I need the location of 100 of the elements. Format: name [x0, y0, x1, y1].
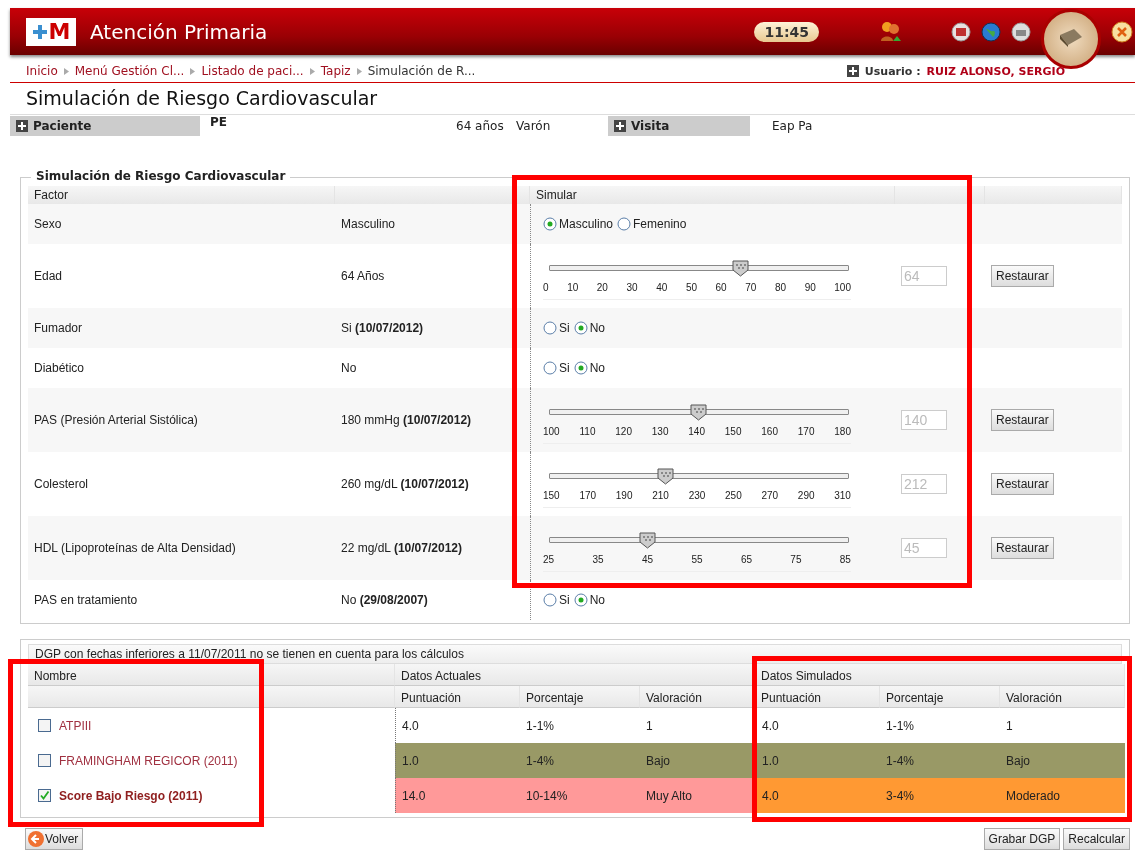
save-button[interactable]: Grabar DGP	[983, 828, 1061, 850]
column-header: Valoración	[640, 686, 755, 708]
checkbox[interactable]	[38, 719, 51, 732]
restore-button[interactable]: Restaurar	[991, 537, 1054, 559]
table-cell: 4.0	[755, 778, 880, 813]
checkbox[interactable]	[38, 789, 51, 802]
patient-name: PE	[210, 115, 228, 129]
current-value: Masculino	[341, 217, 396, 231]
radio-button[interactable]	[617, 217, 632, 231]
restore-button[interactable]: Restaurar	[991, 473, 1054, 495]
tick-label: 40	[656, 282, 668, 293]
close-icon[interactable]	[1111, 20, 1133, 43]
visit-value: Eap Pa	[772, 119, 813, 133]
column-header: Simular	[530, 186, 895, 204]
breadcrumb-link[interactable]: Tapiz	[320, 64, 351, 78]
column-header: Datos Actuales	[395, 664, 755, 686]
radio-button[interactable]	[573, 361, 588, 375]
window-icon[interactable]	[951, 21, 971, 42]
tick-label: 310	[834, 490, 851, 501]
recalculate-button[interactable]: Recalcular	[1063, 828, 1130, 850]
tick-label: 210	[652, 490, 669, 501]
slider-thumb[interactable]	[690, 404, 707, 421]
radio-button[interactable]	[543, 321, 557, 335]
tick-label: 130	[651, 426, 669, 437]
radio-label: Masculino	[559, 217, 614, 231]
tick-label: 120	[615, 426, 632, 437]
breadcrumb-link[interactable]: Inicio	[26, 64, 58, 78]
slider-thumb[interactable]	[639, 532, 656, 549]
tick-label: 190	[615, 490, 633, 501]
tick-label: 100	[834, 282, 851, 293]
restore-button[interactable]: Restaurar	[991, 265, 1054, 287]
back-button[interactable]: Volver	[25, 828, 84, 850]
radio-button[interactable]	[573, 321, 588, 335]
tick-label: 110	[579, 426, 596, 437]
table-cell: Bajo	[640, 743, 755, 778]
score-link[interactable]: FRAMINGHAM REGICOR (2011)	[59, 753, 238, 768]
breadcrumb-link[interactable]: Listado de paci...	[201, 64, 304, 78]
current-value: No	[341, 361, 357, 375]
plus-icon[interactable]	[846, 65, 859, 77]
globe-icon[interactable]	[981, 21, 1001, 42]
chevron-icon	[309, 67, 315, 75]
tick-label: 70	[745, 282, 757, 293]
tick-label: 50	[685, 282, 697, 293]
tick-label: 20	[596, 282, 608, 293]
restore-button[interactable]: Restaurar	[991, 409, 1054, 431]
slider-thumb[interactable]	[732, 260, 749, 277]
score-link[interactable]: ATPIII	[59, 718, 92, 733]
tick-label: 55	[691, 554, 703, 565]
radio-button[interactable]	[543, 217, 557, 231]
factor-label: Edad	[34, 269, 63, 283]
radio-button[interactable]	[543, 361, 557, 375]
radio-label: No	[589, 361, 605, 375]
user-name: RUIZ ALONSO, SERGIO	[926, 64, 1065, 78]
slider-thumb[interactable]	[657, 468, 674, 485]
column-header: Factor	[28, 186, 335, 204]
visit-section-header[interactable]: Visita	[608, 116, 750, 136]
radio-button[interactable]	[543, 593, 557, 607]
tick-label: 100	[543, 426, 560, 437]
chevron-icon	[63, 67, 69, 75]
table-cell: Muy Alto	[640, 778, 755, 813]
tick-label: 35	[592, 554, 604, 565]
factor-label: HDL (Lipoproteínas de Alta Densidad)	[34, 541, 236, 555]
radio-button[interactable]	[573, 593, 588, 607]
tick-label: 150	[724, 426, 742, 437]
tick-label: 150	[543, 490, 560, 501]
score-link[interactable]: Score Bajo Riesgo (2011)	[59, 788, 203, 803]
logo: M	[26, 17, 76, 46]
users-icon[interactable]	[879, 20, 903, 43]
plus-icon	[614, 120, 626, 132]
clock: 11:45	[754, 21, 819, 42]
factor-label: Fumador	[34, 321, 83, 335]
checkbox[interactable]	[38, 754, 51, 767]
patient-section-header[interactable]: Paciente	[10, 116, 200, 136]
panel-legend: Simulación de Riesgo Cardiovascular	[31, 169, 291, 183]
table-cell: 1.0	[755, 743, 880, 778]
logo-icon	[31, 23, 48, 40]
factor-label: Sexo	[34, 217, 62, 231]
radio-label: Si	[559, 361, 570, 375]
factor-label: PAS (Presión Arterial Sistólica)	[34, 413, 198, 427]
printer-icon[interactable]	[1011, 21, 1031, 42]
tick-label: 270	[761, 490, 779, 501]
column-header: Datos Simulados	[755, 664, 1125, 686]
tick-label: 250	[725, 490, 742, 501]
current-value: No (29/08/2007)	[341, 593, 428, 607]
table-cell: Bajo	[1000, 743, 1125, 778]
breadcrumb-link[interactable]: Simulación de R...	[367, 64, 476, 78]
column-header: Puntuación	[395, 686, 520, 708]
breadcrumb-link[interactable]: Menú Gestión Cl...	[74, 64, 185, 78]
table-cell: 1-4%	[520, 743, 640, 778]
tick-label: 60	[715, 282, 727, 293]
tick-label: 170	[797, 426, 815, 437]
tick-label: 230	[688, 490, 706, 501]
page-title: Simulación de Riesgo Cardiovascular	[26, 87, 379, 109]
tick-label: 85	[839, 554, 851, 565]
tick-label: 80	[774, 282, 787, 293]
radio-label: Femenino	[633, 217, 687, 231]
patient-age: 64 años	[456, 119, 505, 133]
tick-label: 160	[761, 426, 778, 437]
table-cell: 14.0	[395, 778, 520, 813]
table-cell: 10-14%	[520, 778, 640, 813]
